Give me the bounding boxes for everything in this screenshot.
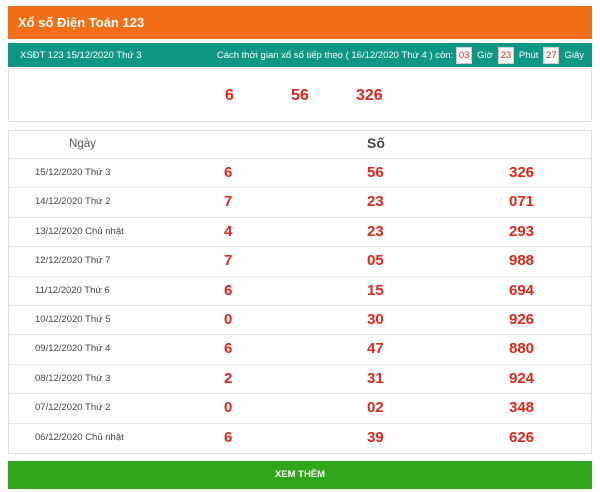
table-row: 15/12/2020 Thứ 3 6 56 326 (9, 158, 591, 187)
table-row: 10/12/2020 Thứ 5 0 30 926 (9, 305, 591, 334)
view-more-button[interactable]: XEM THÊM (8, 461, 592, 489)
row-number-1: 4 (224, 222, 233, 240)
row-number-2: 02 (367, 399, 384, 417)
countdown-text: Cách thời gian xổ số tiếp theo ( 16/12/2… (216, 49, 454, 61)
row-date: 09/12/2020 Thứ 4 (35, 343, 111, 355)
row-number-3: 293 (509, 222, 535, 240)
latest-number-1: 6 (225, 87, 234, 104)
row-number-1: 6 (224, 428, 233, 446)
row-number-3: 348 (509, 399, 535, 417)
row-number-3: 880 (509, 340, 535, 358)
row-number-1: 6 (224, 281, 233, 299)
table-row: 07/12/2020 Thứ 2 0 02 348 (9, 393, 591, 422)
latest-number-3: 326 (356, 87, 383, 104)
row-number-2: 47 (367, 340, 384, 358)
row-number-3: 694 (509, 281, 535, 299)
row-number-3: 071 (509, 193, 535, 211)
countdown-hours-unit: Giờ (477, 49, 493, 61)
row-number-1: 0 (224, 311, 233, 328)
row-number-3: 626 (509, 428, 535, 446)
row-number-2: 30 (367, 311, 384, 328)
row-number-1: 7 (224, 193, 233, 211)
countdown-minutes-unit: Phút (518, 49, 539, 61)
row-number-1: 2 (224, 369, 233, 387)
row-date: 10/12/2020 Thứ 5 (35, 314, 111, 325)
row-date: 13/12/2020 Chủ nhật (35, 225, 124, 237)
table-row: 12/12/2020 Thứ 7 7 05 988 (9, 246, 591, 275)
page-title: Xổ số Điện Toán 123 (8, 6, 592, 39)
row-number-1: 6 (224, 340, 233, 358)
countdown-seconds: 27 (543, 46, 560, 64)
row-date: 12/12/2020 Thứ 7 (35, 255, 111, 267)
row-date: 11/12/2020 Thứ 6 (35, 284, 110, 296)
row-date: 07/12/2020 Thứ 2 (35, 402, 111, 414)
row-number-3: 326 (509, 164, 535, 181)
latest-number-2: 56 (291, 87, 309, 104)
row-date: 06/12/2020 Chủ nhật (35, 431, 124, 443)
row-date: 08/12/2020 Thứ 3 (35, 372, 111, 384)
column-header-numbers: Số (367, 135, 385, 151)
row-number-2: 31 (367, 369, 384, 387)
table-row: 13/12/2020 Chủ nhật 4 23 293 (9, 216, 591, 246)
table-row: 08/12/2020 Thứ 3 2 31 924 (9, 363, 591, 393)
row-number-1: 6 (224, 164, 233, 181)
row-number-2: 23 (367, 193, 384, 211)
table-header: Ngày Số (9, 131, 591, 158)
row-number-1: 7 (224, 252, 233, 270)
countdown-hours: 03 (456, 46, 473, 64)
row-date: 14/12/2020 Thứ 2 (35, 196, 111, 208)
row-number-2: 39 (367, 428, 384, 446)
row-number-1: 0 (224, 399, 233, 417)
row-number-2: 15 (367, 281, 384, 299)
row-number-2: 05 (367, 252, 384, 270)
draw-label: XSĐT 123 15/12/2020 Thứ 3 (20, 49, 142, 61)
row-number-3: 926 (509, 311, 535, 328)
draw-info-bar: XSĐT 123 15/12/2020 Thứ 3 Cách thời gian… (8, 43, 592, 67)
countdown-seconds-unit: Giây (564, 49, 584, 61)
table-row: 09/12/2020 Thứ 4 6 47 880 (9, 334, 591, 363)
row-number-3: 924 (509, 369, 535, 387)
row-number-3: 988 (509, 252, 535, 270)
latest-result: 6 56 326 (8, 68, 592, 122)
countdown-minutes: 23 (497, 46, 514, 64)
row-date: 15/12/2020 Thứ 3 (35, 167, 111, 178)
table-row: 06/12/2020 Chủ nhật 6 39 626 (9, 422, 591, 452)
column-header-date: Ngày (69, 138, 96, 150)
row-number-2: 56 (367, 164, 384, 181)
row-number-2: 23 (367, 222, 384, 240)
table-row: 11/12/2020 Thứ 6 6 15 694 (9, 275, 591, 305)
table-row: 14/12/2020 Thứ 2 7 23 071 (9, 187, 591, 216)
countdown: Cách thời gian xổ số tiếp theo ( 16/12/2… (216, 46, 586, 64)
results-table: Ngày Số 15/12/2020 Thứ 3 6 56 326 14/12/2020… (8, 130, 592, 454)
